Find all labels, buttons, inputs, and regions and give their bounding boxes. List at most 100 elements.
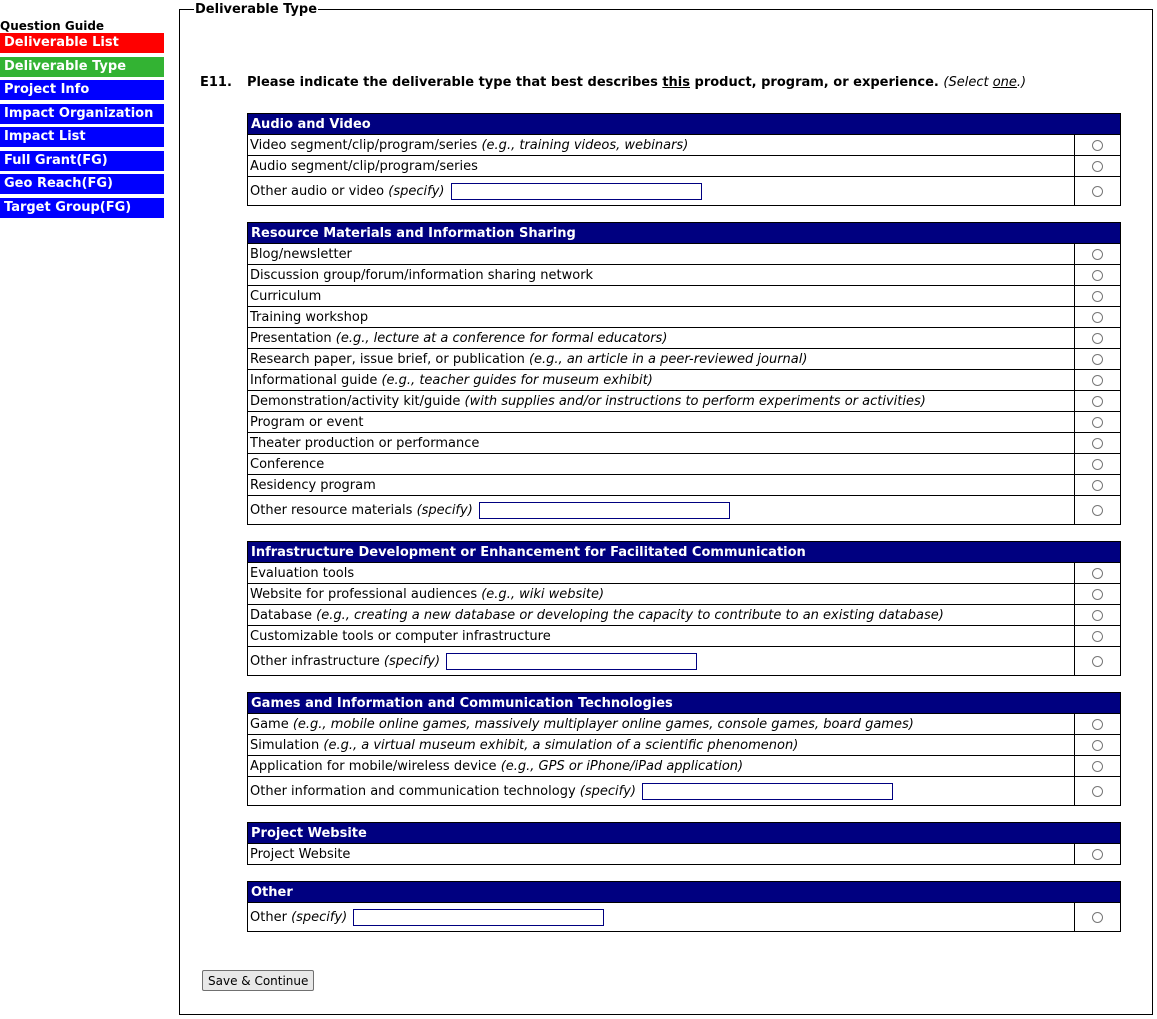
save-continue-button[interactable]: Save & Continue [202, 970, 315, 991]
section-header: Project Website [247, 822, 1121, 844]
radio-cell [1074, 583, 1121, 605]
option-radio[interactable] [1092, 248, 1103, 260]
radio-cell [1074, 285, 1121, 307]
option-note: (specify) [388, 183, 445, 199]
option-radio[interactable] [1092, 655, 1103, 667]
nav-item-deliverable-type[interactable]: Deliverable Type [0, 56, 164, 77]
nav-item-impact-list[interactable]: Impact List [0, 127, 164, 147]
section-header: Resource Materials and Information Shari… [247, 222, 1121, 244]
question-number: E11. [200, 75, 232, 90]
question-text-part: Please indicate the deliverable type tha… [247, 75, 663, 90]
radio-cell [1074, 474, 1121, 496]
deliverable-sections: Audio and Video Video segment/clip/progra… [247, 113, 1121, 948]
radio-cell [1074, 646, 1121, 676]
deliverable-type-fieldset: Deliverable Type E11. Please indicate the… [179, 2, 1153, 1015]
option-label-cell: Evaluation tools [247, 562, 1075, 584]
specify-input[interactable] [478, 501, 730, 519]
option-label: Presentation [250, 330, 332, 346]
option-note: (e.g., training videos, webinars) [481, 137, 689, 153]
option-radio[interactable] [1092, 848, 1103, 860]
option-label: Residency program [250, 477, 376, 493]
nav-item-full-grant-fg[interactable]: Full Grant(FG) [0, 150, 164, 171]
option-radio[interactable] [1092, 395, 1103, 407]
option-radio[interactable] [1092, 160, 1103, 172]
option-radio[interactable] [1092, 588, 1103, 600]
option-label-cell: Video segment/clip/program/series (e.g.,… [247, 134, 1075, 156]
radio-cell [1074, 327, 1121, 349]
option-radio[interactable] [1092, 416, 1103, 428]
option-radio[interactable] [1092, 290, 1103, 302]
option-note: (e.g., GPS or iPhone/iPad application) [500, 758, 744, 774]
option-radio[interactable] [1092, 609, 1103, 621]
option-label-cell: Project Website [247, 843, 1075, 865]
specify-input[interactable] [450, 182, 702, 200]
question-text-part: product, program, or experience. [690, 75, 939, 90]
section-table: Infrastructure Development or Enhancemen… [247, 541, 1121, 676]
question-text: Please indicate the deliverable type tha… [247, 75, 939, 90]
option-row: Presentation (e.g., lecture at a confere… [247, 327, 1121, 349]
option-label: Application for mobile/wireless device [250, 758, 497, 774]
option-label: Other resource materials [250, 502, 413, 518]
option-row: Other infrastructure (specify) [247, 646, 1121, 676]
option-radio[interactable] [1092, 739, 1103, 751]
nav-item-geo-reach-fg[interactable]: Geo Reach(FG) [0, 174, 164, 194]
option-label: Database [250, 607, 313, 623]
section-table: Audio and Video Video segment/clip/progra… [247, 113, 1121, 206]
option-row: Other audio or video (specify) [247, 176, 1121, 206]
option-radio[interactable] [1092, 458, 1103, 470]
nav-item-target-group-fg[interactable]: Target Group(FG) [0, 197, 164, 218]
radio-cell [1074, 755, 1121, 777]
option-label-cell: Curriculum [247, 285, 1075, 307]
option-radio[interactable] [1092, 718, 1103, 730]
option-row: Curriculum [247, 285, 1121, 307]
option-note: (specify) [383, 653, 441, 669]
option-note: (specify) [579, 783, 636, 799]
option-row: Website for professional audiences (e.g.… [247, 583, 1121, 605]
section-table: Other Other (specify) [247, 881, 1121, 932]
hint-emphasis: one [992, 75, 1017, 90]
option-row: Training workshop [247, 306, 1121, 328]
specify-input[interactable] [353, 908, 605, 926]
option-radio[interactable] [1092, 374, 1103, 386]
option-radio[interactable] [1092, 139, 1103, 151]
nav-item-impact-organization[interactable]: Impact Organization [0, 103, 164, 124]
option-radio[interactable] [1092, 504, 1103, 516]
nav-item-project-info[interactable]: Project Info [0, 80, 164, 100]
option-radio[interactable] [1092, 353, 1103, 365]
radio-cell [1074, 902, 1121, 932]
option-label-cell: Other (specify) [247, 902, 1075, 932]
option-label-cell: Application for mobile/wireless device (… [247, 755, 1075, 777]
radio-cell [1074, 843, 1121, 865]
option-radio[interactable] [1092, 630, 1103, 642]
radio-cell [1074, 734, 1121, 756]
option-radio[interactable] [1092, 479, 1103, 491]
option-label-cell: Audio segment/clip/program/series [247, 155, 1075, 177]
option-row: Conference [247, 453, 1121, 475]
option-radio[interactable] [1092, 311, 1103, 323]
option-label-cell: Research paper, issue brief, or publicat… [247, 348, 1075, 370]
nav-item-deliverable-list[interactable]: Deliverable List [0, 33, 164, 53]
option-radio[interactable] [1092, 437, 1103, 449]
question-emphasis: this [662, 75, 690, 90]
option-radio[interactable] [1092, 185, 1103, 197]
option-label: Blog/newsletter [250, 246, 352, 262]
specify-input[interactable] [446, 652, 698, 670]
option-label-cell: Other audio or video (specify) [247, 176, 1075, 206]
option-radio[interactable] [1092, 760, 1103, 772]
option-radio[interactable] [1092, 332, 1103, 344]
option-radio[interactable] [1092, 269, 1103, 281]
hint-part: .) [1016, 75, 1027, 90]
option-note: (e.g., wiki website) [481, 586, 605, 602]
option-label-cell: Simulation (e.g., a virtual museum exhib… [247, 734, 1075, 756]
option-row: Evaluation tools [247, 562, 1121, 584]
specify-input[interactable] [642, 782, 894, 800]
option-radio[interactable] [1092, 785, 1103, 797]
option-row: Customizable tools or computer infrastru… [247, 625, 1121, 647]
radio-cell [1074, 243, 1121, 265]
option-label: Video segment/clip/program/series [250, 137, 478, 153]
option-label-cell: Blog/newsletter [247, 243, 1075, 265]
option-radio[interactable] [1092, 911, 1103, 923]
option-label: Training workshop [250, 309, 369, 325]
option-note: (e.g., lecture at a conference for forma… [335, 330, 668, 346]
option-radio[interactable] [1092, 567, 1103, 579]
